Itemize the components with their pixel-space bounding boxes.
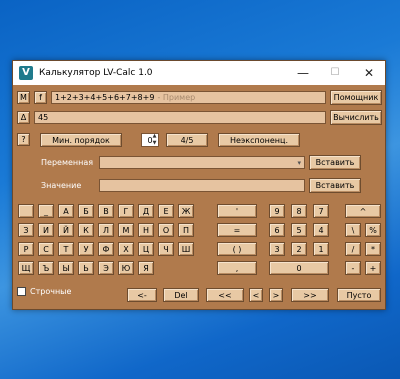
- letter-key[interactable]: Е: [158, 204, 174, 218]
- app-icon: V: [19, 66, 33, 80]
- clear-button[interactable]: Пусто: [337, 288, 381, 302]
- letter-key[interactable]: Ы: [58, 261, 74, 275]
- letter-key[interactable]: Х: [118, 242, 134, 256]
- calculator-window: V Калькулятор LV-Calc 1.0 — ☐ ✕ М f 1+2+…: [12, 60, 386, 310]
- backslash-key[interactable]: \: [345, 223, 361, 237]
- letter-key[interactable]: Щ: [18, 261, 34, 275]
- helper-button[interactable]: Помощник: [330, 90, 382, 105]
- power-key[interactable]: ^: [345, 204, 381, 218]
- delete-button[interactable]: Del: [163, 288, 199, 302]
- lowercase-label: Строчные: [30, 287, 72, 296]
- close-button[interactable]: ✕: [353, 61, 385, 85]
- variable-insert-button[interactable]: Вставить: [309, 155, 361, 170]
- digit-key[interactable]: 5: [291, 223, 307, 237]
- minimize-button[interactable]: —: [287, 61, 319, 85]
- letter-key[interactable]: В: [98, 204, 114, 218]
- letter-key[interactable]: Ф: [98, 242, 114, 256]
- letter-key[interactable]: Ж: [178, 204, 194, 218]
- letter-key[interactable]: Э: [98, 261, 114, 275]
- digit-key[interactable]: 9: [269, 204, 285, 218]
- title-bar[interactable]: V Калькулятор LV-Calc 1.0 — ☐ ✕: [13, 61, 385, 85]
- letter-key[interactable]: Ц: [138, 242, 154, 256]
- letter-key[interactable]: Л: [98, 223, 114, 237]
- letter-key[interactable]: Г: [118, 204, 134, 218]
- parentheses-key[interactable]: ( ): [217, 242, 257, 256]
- multiply-key[interactable]: *: [365, 242, 381, 256]
- result-text: 45: [38, 113, 49, 122]
- variable-label: Переменная: [41, 158, 94, 167]
- letter-key[interactable]: З: [18, 223, 34, 237]
- delta-button[interactable]: Δ: [17, 111, 30, 124]
- function-button[interactable]: f: [34, 91, 47, 104]
- spin-arrows-icon[interactable]: ▲ ▼: [150, 133, 159, 147]
- calculate-button[interactable]: Вычислить: [330, 110, 382, 125]
- digit-key[interactable]: 2: [291, 242, 307, 256]
- letter-key[interactable]: Н: [138, 223, 154, 237]
- letter-key[interactable]: О: [158, 223, 174, 237]
- letter-key[interactable]: Р: [18, 242, 34, 256]
- letter-key[interactable]: У: [78, 242, 94, 256]
- value-insert-button[interactable]: Вставить: [309, 178, 361, 193]
- letter-key[interactable]: Я: [138, 261, 154, 275]
- digit-zero-key[interactable]: 0: [269, 261, 329, 275]
- expression-hint: - Пример: [157, 93, 196, 102]
- value-label: Значение: [41, 181, 82, 190]
- underscore-key[interactable]: _: [38, 204, 54, 218]
- plus-key[interactable]: +: [365, 261, 381, 275]
- move-end-button[interactable]: >>: [291, 288, 329, 302]
- move-right-button[interactable]: >: [269, 288, 283, 302]
- letter-key[interactable]: Й: [58, 223, 74, 237]
- backspace-button[interactable]: <-: [127, 288, 157, 302]
- letter-key[interactable]: Ч: [158, 242, 174, 256]
- lowercase-checkbox[interactable]: [17, 287, 26, 296]
- result-field[interactable]: 45: [34, 111, 326, 124]
- letter-keypad: _ А Б В Г Д Е Ж З И Й К Л М Н О П Р С Т …: [18, 204, 203, 284]
- maximize-button[interactable]: ☐: [319, 61, 351, 85]
- letter-key[interactable]: А: [58, 204, 74, 218]
- percent-key[interactable]: %: [365, 223, 381, 237]
- min-order-button[interactable]: Мин. порядок: [40, 133, 122, 147]
- letter-key[interactable]: Ю: [118, 261, 134, 275]
- letter-key[interactable]: Б: [78, 204, 94, 218]
- expression-input[interactable]: 1+2+3+4+5+6+7+8+9 - Пример: [51, 91, 326, 104]
- digit-key[interactable]: 3: [269, 242, 285, 256]
- letter-key[interactable]: Ь: [78, 261, 94, 275]
- letter-key[interactable]: К: [78, 223, 94, 237]
- digit-key[interactable]: 1: [313, 242, 329, 256]
- apostrophe-key[interactable]: ': [217, 204, 257, 218]
- equals-key[interactable]: =: [217, 223, 257, 237]
- move-start-button[interactable]: <<: [206, 288, 244, 302]
- memory-button[interactable]: М: [17, 91, 30, 104]
- letter-key[interactable]: Т: [58, 242, 74, 256]
- variable-select[interactable]: ▾: [99, 156, 305, 169]
- digit-key[interactable]: 6: [269, 223, 285, 237]
- fraction-button[interactable]: 4/5: [166, 133, 208, 147]
- comma-key[interactable]: ,: [217, 261, 257, 275]
- chevron-down-icon: ▾: [297, 158, 301, 167]
- divide-key[interactable]: /: [345, 242, 361, 256]
- letter-key[interactable]: С: [38, 242, 54, 256]
- digit-key[interactable]: 7: [313, 204, 329, 218]
- minus-key[interactable]: -: [345, 261, 361, 275]
- move-left-button[interactable]: <: [249, 288, 263, 302]
- letter-key[interactable]: Д: [138, 204, 154, 218]
- letter-key[interactable]: Ш: [178, 242, 194, 256]
- letter-key[interactable]: И: [38, 223, 54, 237]
- non-exponential-button[interactable]: Неэкспоненц.: [218, 133, 300, 147]
- letter-key[interactable]: П: [178, 223, 194, 237]
- value-input[interactable]: [99, 179, 305, 192]
- digit-key[interactable]: 8: [291, 204, 307, 218]
- letter-key[interactable]: [18, 204, 34, 218]
- letter-key[interactable]: М: [118, 223, 134, 237]
- help-button[interactable]: ?: [17, 133, 30, 146]
- digit-key[interactable]: 4: [313, 223, 329, 237]
- letter-key[interactable]: Ъ: [38, 261, 54, 275]
- window-title: Калькулятор LV-Calc 1.0: [39, 68, 153, 78]
- expression-text: 1+2+3+4+5+6+7+8+9: [55, 93, 155, 102]
